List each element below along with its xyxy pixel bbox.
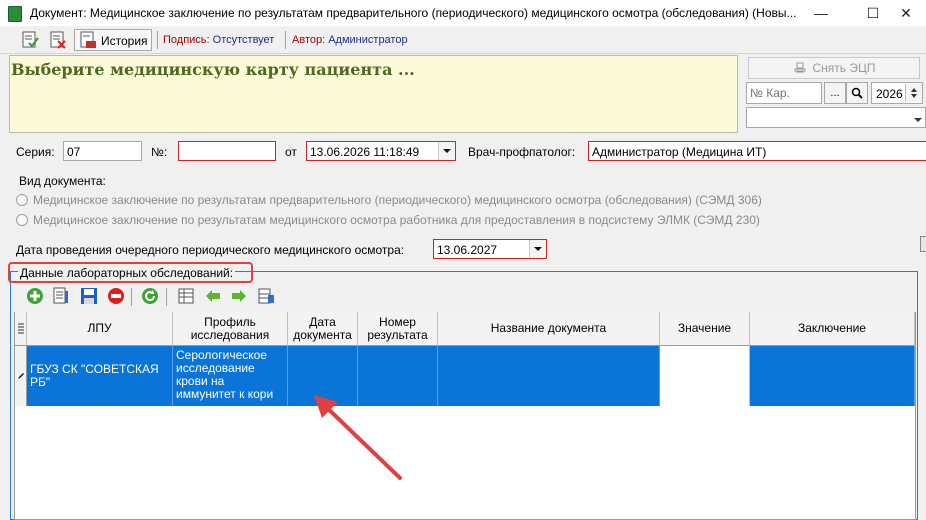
column-header-date[interactable]: Дата документа — [288, 312, 358, 346]
spin-icon — [905, 84, 922, 102]
remove-ecp-button[interactable]: Снять ЭЦП — [748, 57, 920, 79]
document-list-icon — [53, 287, 68, 304]
minimize-button[interactable]: — — [801, 0, 841, 26]
document-delete-icon — [50, 31, 66, 49]
export-button[interactable] — [256, 286, 276, 306]
signature-value: Отсутствует — [212, 34, 275, 46]
series-input[interactable]: 07 — [63, 141, 142, 161]
column-header-number[interactable]: Номер результата — [358, 312, 438, 346]
document-toolbar: История Подпись: Отсутствует Автор: Адми… — [0, 27, 926, 54]
cancel-document-button[interactable] — [48, 30, 68, 50]
from-label: от — [285, 145, 297, 159]
card-number-input[interactable] — [746, 82, 822, 104]
column-header-lpu[interactable]: ЛПУ — [27, 312, 173, 346]
doctor-label: Врач-профпатолог: — [468, 145, 576, 159]
annotation-arrow — [314, 395, 402, 480]
row-indicator[interactable] — [15, 346, 27, 406]
signature-status: Подпись: Отсутствует — [163, 34, 274, 46]
cell-lpu[interactable]: ГБУЗ СК "СОВЕТСКАЯ РБ" — [27, 346, 173, 406]
remove-ecp-label: Снять ЭЦП — [812, 61, 876, 75]
stamp-icon — [794, 62, 805, 73]
checklist-icon — [22, 31, 39, 48]
window-title: Документ: Медицинское заключение по резу… — [30, 6, 797, 20]
doc-type-label: Вид документа: — [19, 174, 106, 188]
arrow-right-icon — [232, 290, 246, 302]
minus-circle-icon — [108, 288, 124, 304]
save-row-button[interactable] — [79, 286, 99, 306]
radio-icon[interactable] — [16, 214, 28, 226]
chevron-down-icon[interactable] — [438, 142, 455, 160]
plus-circle-icon — [27, 288, 43, 304]
columns-button[interactable] — [176, 286, 196, 306]
next-exam-date-value: 13.06.2027 — [437, 243, 498, 257]
toolbar-divider — [157, 31, 158, 49]
column-header-conclusion[interactable]: Заключение — [750, 312, 915, 346]
grid-export-icon — [258, 288, 274, 304]
floppy-disk-icon — [81, 288, 97, 304]
history-button[interactable]: История — [74, 29, 152, 51]
toolbar-divider — [285, 31, 286, 49]
arrow-left-icon — [206, 290, 220, 302]
column-header-document-name[interactable]: Название документа — [438, 312, 660, 346]
patient-card-prompt[interactable]: Выберите медицинскую карту пациента ... — [11, 60, 415, 79]
grid-settings-icon — [178, 288, 194, 304]
column-header-value[interactable]: Значение — [660, 312, 750, 346]
history-label: История — [101, 34, 148, 48]
toolbar-divider — [166, 288, 167, 306]
move-left-button[interactable] — [203, 286, 223, 306]
side-scroll-handle[interactable] — [920, 236, 926, 252]
doc-type-option-306[interactable]: Медицинское заключение по результатам пр… — [16, 193, 762, 207]
refresh-icon — [142, 288, 158, 304]
next-exam-date-picker[interactable]: 13.06.2027 — [433, 239, 547, 259]
search-card-button[interactable] — [846, 82, 868, 104]
number-input[interactable] — [178, 141, 276, 161]
signature-label: Подпись: — [163, 34, 210, 46]
column-header-profile[interactable]: Профиль исследования — [173, 312, 288, 346]
number-label: №: — [151, 145, 168, 159]
document-app-icon — [8, 6, 22, 22]
year-select[interactable]: 2026 — [871, 82, 923, 104]
cell-document-name[interactable] — [438, 346, 660, 406]
author-value: Администратор — [328, 34, 408, 46]
doctor-input[interactable]: Администратор (Медицина ИТ) — [588, 141, 926, 161]
radio-icon[interactable] — [16, 194, 28, 206]
edit-row-button[interactable] — [51, 286, 71, 306]
filter-select[interactable] — [746, 107, 926, 128]
author-status: Автор: Администратор — [292, 34, 408, 46]
toolbar-divider — [131, 288, 132, 306]
history-icon — [80, 31, 96, 48]
search-icon — [851, 87, 863, 99]
author-label: Автор: — [292, 34, 326, 46]
delete-row-button[interactable] — [106, 286, 126, 306]
move-right-button[interactable] — [229, 286, 249, 306]
cell-conclusion[interactable] — [750, 346, 915, 406]
save-check-button[interactable] — [20, 30, 40, 50]
next-exam-label: Дата проведения очередного периодическог… — [16, 243, 405, 257]
cell-profile[interactable]: Серологическое исследование крови на имм… — [173, 346, 288, 406]
refresh-button[interactable] — [140, 286, 160, 306]
pencil-icon — [18, 373, 24, 379]
title-bar: Документ: Медицинское заключение по резу… — [0, 0, 926, 26]
chevron-down-icon — [913, 113, 923, 127]
chevron-down-icon[interactable] — [529, 240, 546, 258]
year-value: 2026 — [876, 87, 903, 101]
row-indicator-header — [15, 312, 27, 346]
add-row-button[interactable] — [25, 286, 45, 306]
cell-value-editor[interactable] — [660, 346, 750, 406]
series-label: Серия: — [16, 145, 55, 159]
annotation-highlight — [8, 262, 253, 283]
browse-card-button[interactable]: ... — [824, 82, 846, 104]
doc-type-option-230[interactable]: Медицинское заключение по результатам ме… — [16, 213, 760, 227]
document-date-value: 13.06.2026 11:18:49 — [310, 145, 420, 159]
close-button[interactable]: ✕ — [886, 0, 926, 26]
column-chooser-icon — [17, 323, 24, 333]
document-date-picker[interactable]: 13.06.2026 11:18:49 — [306, 141, 456, 161]
